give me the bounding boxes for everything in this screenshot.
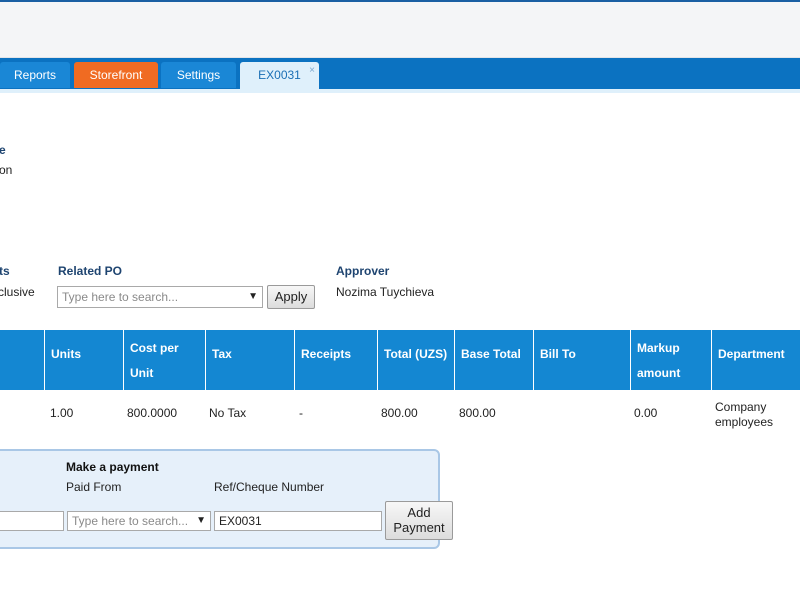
- related-po-select[interactable]: Type here to search... ▼: [57, 286, 263, 308]
- paid-from-label: Paid From: [66, 480, 122, 494]
- related-po-label: Related PO: [58, 264, 123, 278]
- cell-tax: No Tax: [209, 406, 247, 420]
- related-po-placeholder: Type here to search...: [62, 290, 179, 304]
- col-header-tax: Tax: [205, 330, 295, 390]
- cell-units: 1.00: [50, 406, 74, 420]
- approver-value: Nozima Tuychieva: [336, 285, 435, 299]
- col-header-cost-per-unit: Cost per Unit: [123, 330, 206, 390]
- add-payment-line1: Add: [407, 505, 431, 520]
- col-header-base-total: Base Total: [454, 330, 534, 390]
- paid-from-placeholder: Type here to search...: [72, 514, 189, 528]
- payment-amount-input[interactable]: [0, 511, 64, 531]
- amounts-value-fragment: clusive: [0, 285, 35, 299]
- col-header-markup-amount: Markup amount: [630, 330, 712, 390]
- apply-button-label: Apply: [274, 289, 308, 304]
- tab-label: Reports: [13, 68, 57, 82]
- cell-receipts: -: [299, 406, 303, 420]
- close-icon[interactable]: ×: [309, 58, 315, 84]
- add-payment-button[interactable]: Add Payment: [385, 501, 453, 540]
- ref-cheque-input[interactable]: EX0031: [214, 511, 382, 531]
- chevron-down-icon: ▼: [196, 515, 206, 526]
- tab-storefront[interactable]: Storefront: [74, 62, 158, 88]
- tab-label: EX0031: [258, 68, 301, 82]
- cell-total: 800.00: [381, 406, 418, 420]
- chevron-down-icon: ▼: [248, 291, 258, 302]
- header-title-fragment: e: [0, 143, 6, 157]
- tab-subbar: [0, 89, 800, 93]
- cell-base-total: 800.00: [459, 406, 496, 420]
- tab-label: Settings: [176, 68, 221, 82]
- payment-title: Make a payment: [66, 460, 159, 474]
- cell-cost-per-unit: 800.0000: [127, 406, 178, 420]
- approver-label: Approver: [336, 264, 390, 278]
- col-header-units: Units: [44, 330, 124, 390]
- tab-reports[interactable]: Reports: [0, 62, 70, 88]
- cell-markup-amount: 0.00: [634, 406, 658, 420]
- tab-ex0031[interactable]: EX0031 ×: [240, 62, 319, 89]
- col-header-receipts: Receipts: [294, 330, 377, 390]
- top-header-band: [0, 2, 800, 58]
- paid-from-select[interactable]: Type here to search... ▼: [67, 511, 211, 531]
- ref-cheque-label: Ref/Cheque Number: [214, 480, 325, 494]
- col-header-total: Total (UZS): [377, 330, 455, 390]
- col-header-department: Department: [711, 330, 800, 390]
- tab-settings[interactable]: Settings: [161, 62, 236, 88]
- header-subtitle-fragment: on: [0, 163, 13, 177]
- tab-label: Storefront: [89, 68, 143, 82]
- amounts-label-fragment: ts: [0, 264, 10, 278]
- col-header-bill-to: Bill To: [533, 330, 631, 390]
- add-payment-line2: Payment: [393, 520, 445, 535]
- apply-button[interactable]: Apply: [267, 285, 315, 309]
- cell-department-line1: Company: [715, 400, 767, 414]
- cell-department-line2: employees: [715, 415, 774, 429]
